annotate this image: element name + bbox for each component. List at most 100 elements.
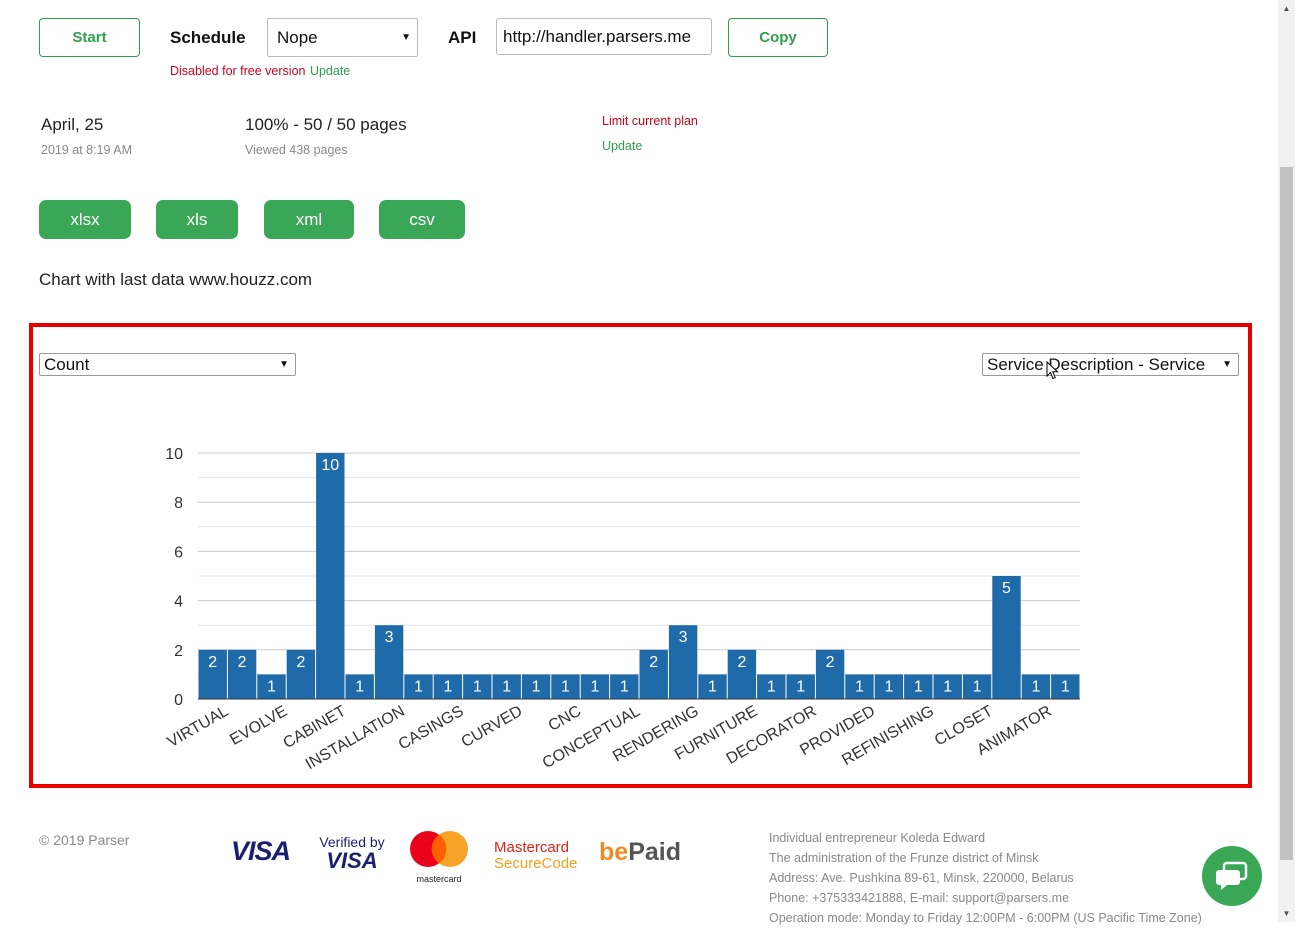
bar-value-label: 1 <box>767 678 776 695</box>
schedule-note: Disabled for free version Update <box>170 62 350 80</box>
y-tick-label: 4 <box>174 594 183 611</box>
bar-value-label: 1 <box>267 678 276 695</box>
bepaid-be: be <box>599 838 629 866</box>
bar-value-label: 1 <box>884 678 893 695</box>
bar-value-label: 1 <box>590 678 599 695</box>
schedule-update-link[interactable]: Update <box>310 64 350 78</box>
mastercard-logo: mastercard <box>408 830 470 884</box>
chevron-down-icon: ▼ <box>401 32 411 43</box>
bar-value-label: 3 <box>385 629 394 646</box>
bar-value-label: 1 <box>561 678 570 695</box>
schedule-select[interactable]: Nope ▼ <box>267 18 418 57</box>
mastercard-securecode-logo: Mastercard SecureCode <box>494 840 577 872</box>
y-tick-label: 6 <box>174 544 183 561</box>
y-tick-label: 2 <box>174 643 183 660</box>
visa-logo-text: VISA <box>231 836 291 866</box>
plan-update-link[interactable]: Update <box>602 139 642 153</box>
company-info-line: Operation mode: Monday to Friday 12:00PM… <box>769 911 1202 925</box>
chat-bubble-icon <box>1216 861 1248 890</box>
chart-heading: Chart with last data www.houzz.com <box>39 270 313 289</box>
bar-value-label: 1 <box>973 678 982 695</box>
bar-value-label: 2 <box>208 654 217 671</box>
chevron-down-icon: ▼ <box>1220 359 1232 370</box>
bar-value-label: 2 <box>826 654 835 671</box>
run-date-sub: 2019 at 8:19 AM <box>41 143 133 157</box>
bar <box>316 453 345 699</box>
y-tick-label: 0 <box>174 692 183 709</box>
scrollbar-down-arrow[interactable]: ▼ <box>1278 905 1295 922</box>
field-select[interactable]: Service Description - Service ▼ <box>982 353 1239 376</box>
bar-value-label: 1 <box>414 678 423 695</box>
export-xlsx-button[interactable]: xlsx <box>39 200 131 239</box>
bar-value-label: 1 <box>532 678 541 695</box>
x-tick-label: CNC <box>546 703 585 735</box>
bar-value-label: 1 <box>1061 678 1070 695</box>
bar-value-label: 1 <box>1031 678 1040 695</box>
viewed-pages: Viewed 438 pages <box>245 143 348 157</box>
export-xml-button[interactable]: xml <box>264 200 354 239</box>
x-tick-label: CASINGS <box>396 703 467 754</box>
metric-select[interactable]: Count ▼ <box>39 353 296 376</box>
x-tick-label: EVOLVE <box>227 703 290 749</box>
bar-value-label: 3 <box>679 629 688 646</box>
mc-secure-text-2: SecureCode <box>494 855 578 872</box>
bar-value-label: 10 <box>321 457 339 474</box>
schedule-label: Schedule <box>170 28 246 47</box>
mastercard-text: mastercard <box>416 874 462 884</box>
disabled-note: Disabled for free version <box>170 64 306 78</box>
bepaid-logo: bePaid <box>599 838 681 867</box>
start-button[interactable]: Start <box>39 18 140 57</box>
scrollbar-up-arrow[interactable]: ▲ <box>1278 0 1295 17</box>
bar-value-label: 5 <box>1002 580 1011 597</box>
api-label: API <box>448 28 477 47</box>
api-url-field[interactable]: http://handler.parsers.me <box>496 18 712 55</box>
x-tick-label: CONCEPTUAL <box>540 703 643 772</box>
bar-value-label: 2 <box>649 654 658 671</box>
schedule-select-value: Nope <box>277 27 318 47</box>
field-select-value: Service Description - Service <box>987 354 1206 374</box>
api-url-value: http://handler.parsers.me <box>503 26 692 46</box>
bar-value-label: 1 <box>796 678 805 695</box>
bar-value-label: 1 <box>443 678 452 695</box>
limit-plan-text: Limit current plan <box>602 114 698 128</box>
bar-value-label: 1 <box>355 678 364 695</box>
bar-value-label: 2 <box>238 654 247 671</box>
verified-visa-text: VISA <box>326 848 378 873</box>
metric-select-value: Count <box>44 354 90 374</box>
export-xls-button[interactable]: xls <box>156 200 238 239</box>
run-date: April, 25 <box>41 115 104 134</box>
bar-value-label: 1 <box>473 678 482 695</box>
mastercard-circles-icon <box>410 831 468 867</box>
copy-button[interactable]: Copy <box>728 18 828 57</box>
copyright: © 2019 Parser <box>39 832 130 848</box>
company-info: Individual entrepreneur Koleda Edward Th… <box>769 828 1202 928</box>
y-tick-label: 10 <box>165 446 183 463</box>
visa-logo: VISA <box>231 836 291 867</box>
x-tick-label: CURVED <box>459 703 526 751</box>
company-info-line: Individual entrepreneur Koleda Edward <box>769 831 986 845</box>
bar-value-label: 1 <box>620 678 629 695</box>
company-info-line: Address: Ave. Pushkina 89-61, Minsk, 220… <box>769 871 1074 885</box>
verified-by-visa-logo: Verified by VISA <box>312 834 392 872</box>
progress-text: 100% - 50 / 50 pages <box>245 115 407 134</box>
bar-value-label: 2 <box>296 654 305 671</box>
company-info-line: The administration of the Frunze distric… <box>769 851 1039 865</box>
bar-value-label: 1 <box>502 678 511 695</box>
mc-secure-text-1: Mastercard <box>494 839 570 856</box>
scrollbar-thumb[interactable] <box>1280 167 1293 860</box>
x-tick-label: VIRTUAL <box>165 703 232 751</box>
x-tick-label: INSTALLATION <box>303 703 408 773</box>
company-info-line: Phone: +375333421888, E-mail: support@pa… <box>769 891 1070 905</box>
bar-value-label: 1 <box>914 678 923 695</box>
export-csv-button[interactable]: csv <box>379 200 465 239</box>
bar-value-label: 1 <box>855 678 864 695</box>
bepaid-paid: Paid <box>628 838 681 866</box>
chat-button[interactable] <box>1202 846 1262 906</box>
chevron-down-icon: ▼ <box>279 359 289 370</box>
bar-chart: 0 2 4 6 8 10 2 2 1 2 10 1 3 1 1 1 1 1 1 1 1 2 3 1 2 1 1 2 1 1 1 1 1 5 1 1 VI… <box>165 446 1080 773</box>
y-tick-label: 8 <box>174 495 183 512</box>
bar-value-label: 1 <box>708 678 717 695</box>
bar-value-label: 1 <box>943 678 952 695</box>
bar-value-label: 2 <box>737 654 746 671</box>
mouse-cursor-icon <box>1046 361 1059 380</box>
